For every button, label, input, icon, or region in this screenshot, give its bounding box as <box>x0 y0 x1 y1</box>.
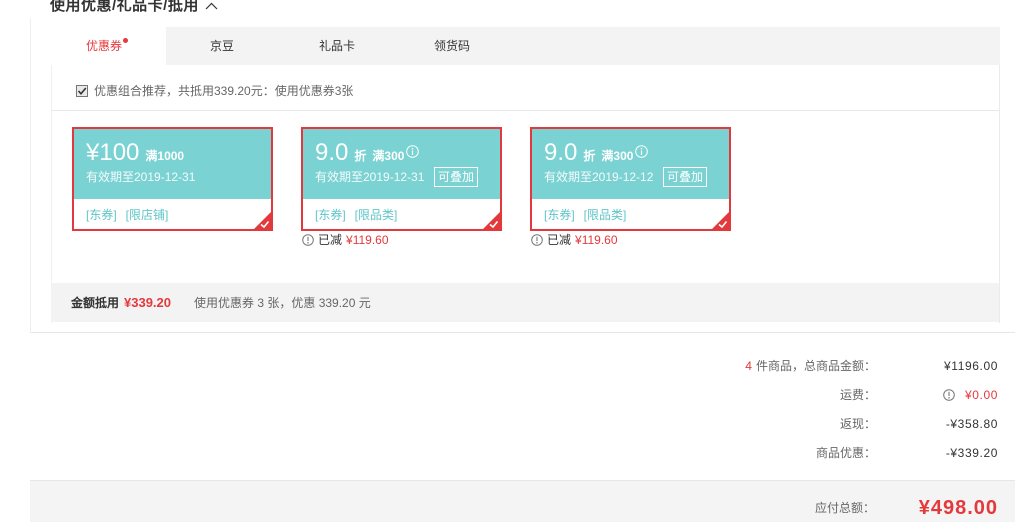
recommend-checkbox[interactable] <box>76 85 88 97</box>
coupon-unit: 折 <box>354 149 367 163</box>
corner-check-icon <box>482 211 501 230</box>
alert-icon[interactable] <box>302 234 314 246</box>
tab-label: 礼品卡 <box>318 39 355 53</box>
info-icon[interactable] <box>406 145 420 158</box>
shipping-fee: ¥0.00 <box>964 388 998 402</box>
deducted-label: 已减 <box>547 233 572 247</box>
total-label: 应付总额： <box>814 501 875 515</box>
coupon-unit: 折 <box>583 149 596 163</box>
summary-value: ¥1196.00 <box>944 359 998 373</box>
coupon-value: 9.0 <box>544 139 578 166</box>
recommend-text: 优惠组合推荐，共抵用339.20元：使用优惠券3张 <box>94 84 354 98</box>
coupon-face: ¥100 满1000 有效期至2019-12-31 <box>74 129 271 199</box>
coupon-condition: 满1000 <box>145 149 185 163</box>
summary-value: -¥358.80 <box>945 417 998 431</box>
coupon-value: ¥100 <box>86 139 140 166</box>
coupon-tags: [东券] [限品类] <box>303 199 500 229</box>
tab-gift-card[interactable]: 礼品卡 <box>281 27 396 65</box>
stackable-badge: 可叠加 <box>434 167 478 187</box>
coupon-card[interactable]: 9.0 折 满300 有效期至2019-12-12 可叠加 [东券] [限品类] <box>530 127 731 231</box>
alert-icon[interactable] <box>531 234 543 246</box>
tab-label: 优惠券 <box>85 39 122 53</box>
coupon-tag: [东券] <box>86 207 117 222</box>
stackable-badge: 可叠加 <box>663 167 707 187</box>
item-count: 4 <box>745 359 752 373</box>
summary-label-text: 返现： <box>839 417 876 431</box>
total-amount: ¥498.00 <box>918 497 998 519</box>
coupon-value: 9.0 <box>315 139 349 166</box>
summary-value: -¥339.20 <box>945 446 998 460</box>
tab-coupons[interactable]: 优惠券 <box>51 27 166 65</box>
summary-row-shipping: 运费： ¥0.00 <box>500 385 998 405</box>
alert-icon[interactable] <box>943 389 955 401</box>
checkout-discount-section: 使用优惠/礼品卡/抵用 优惠券 京豆 礼品卡 领货码 优惠组合推荐，共抵用339 <box>0 0 1015 522</box>
summary-label: 商品优惠： <box>816 443 876 463</box>
tab-bar: 优惠券 京豆 礼品卡 领货码 <box>51 27 1000 65</box>
summary-label-text: 运费： <box>839 388 876 402</box>
tab-label: 领货码 <box>433 39 470 53</box>
summary-label-text: 商品优惠： <box>815 446 876 460</box>
summary-value: ¥0.00 <box>943 385 998 405</box>
summary-label: 返现： <box>840 414 876 434</box>
notification-dot <box>123 38 128 44</box>
deduction-label: 金额抵用 <box>71 296 120 310</box>
tab-jingdou[interactable]: 京豆 <box>166 27 281 65</box>
summary-row-goods-total: 4 件商品，总商品金额： ¥1196.00 <box>500 356 998 376</box>
section-toggle[interactable]: 使用优惠/礼品卡/抵用 <box>50 0 218 16</box>
deduction-detail: 使用优惠券 3 张，优惠 339.20 元 <box>194 296 371 310</box>
coupon-tags: [东券] [限品类] <box>532 199 729 229</box>
summary-label: 运费： <box>840 385 876 405</box>
coupon-face: 9.0 折 满300 有效期至2019-12-12 可叠加 <box>532 129 729 199</box>
coupon-card[interactable]: ¥100 满1000 有效期至2019-12-31 [东券] [限店铺] <box>72 127 273 231</box>
tab-label: 京豆 <box>209 39 234 53</box>
coupon-main-line: 9.0 折 满300 <box>544 138 649 168</box>
coupon-expiry: 有效期至2019-12-31 <box>315 170 425 184</box>
coupon-tag: [东券] <box>315 207 346 222</box>
tab-pickup-code[interactable]: 领货码 <box>396 27 511 65</box>
coupon-tags: [东券] [限店铺] <box>74 199 271 229</box>
coupon-condition: 满300 <box>372 149 405 163</box>
summary-row-cashback: 返现： -¥358.80 <box>500 414 998 434</box>
coupon-tag: [东券] <box>544 207 575 222</box>
deducted-label: 已减 <box>318 233 343 247</box>
coupon-tag: [限品类] <box>583 207 627 222</box>
chevron-up-icon[interactable] <box>205 2 218 10</box>
divider <box>51 110 999 111</box>
deducted-amount: ¥119.60 <box>346 233 389 247</box>
summary-label-text: 件商品，总商品金额： <box>755 359 876 373</box>
deducted-amount: ¥119.60 <box>575 233 618 247</box>
coupon-tag: [限品类] <box>354 207 398 222</box>
coupon-tag: [限店铺] <box>125 207 169 222</box>
coupon-face: 9.0 折 满300 有效期至2019-12-31 可叠加 <box>303 129 500 199</box>
corner-check-icon <box>711 211 730 230</box>
coupon-main-line: 9.0 折 满300 <box>315 138 420 168</box>
deduction-amount: ¥339.20 <box>124 295 172 310</box>
summary-row-discount: 商品优惠： -¥339.20 <box>500 443 998 463</box>
total-bar: 应付总额： ¥498.00 <box>30 480 1015 522</box>
coupon-deducted: 已减 ¥119.60 <box>302 233 389 247</box>
coupon-expiry: 有效期至2019-12-31 <box>86 170 196 184</box>
coupon-expiry: 有效期至2019-12-12 <box>544 170 654 184</box>
info-icon[interactable] <box>635 145 649 158</box>
section-title: 使用优惠/礼品卡/抵用 <box>50 0 199 14</box>
coupon-card[interactable]: 9.0 折 满300 有效期至2019-12-31 可叠加 [东券] [限品类] <box>301 127 502 231</box>
corner-check-icon <box>253 211 272 230</box>
coupon-summary-bar: 金额抵用 ¥339.20 使用优惠券 3 张，优惠 339.20 元 <box>51 283 999 322</box>
coupon-deducted: 已减 ¥119.60 <box>531 233 618 247</box>
coupon-condition: 满300 <box>601 149 634 163</box>
coupon-main-line: ¥100 满1000 <box>86 138 184 168</box>
recommend-row: 优惠组合推荐，共抵用339.20元：使用优惠券3张 <box>76 83 353 99</box>
summary-label: 4 件商品，总商品金额： <box>745 356 876 376</box>
